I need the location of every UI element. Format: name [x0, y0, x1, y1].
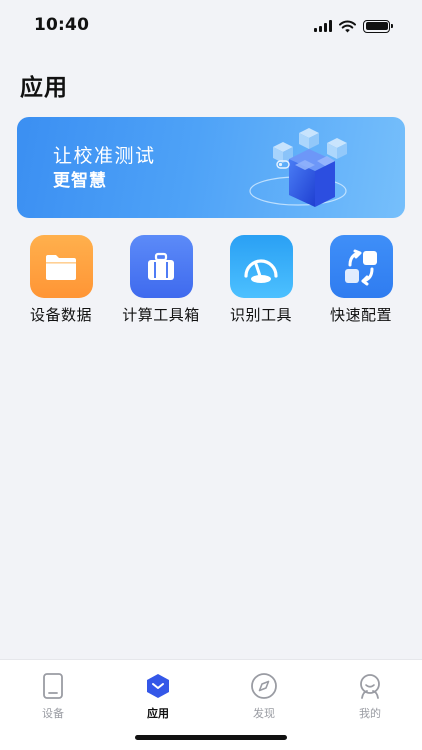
status-icons [314, 19, 393, 33]
promo-banner[interactable]: 让校准测试 更智慧 [17, 117, 405, 218]
app-recognition-tool-label: 识别工具 [229, 306, 292, 324]
cube-illustration-icon [249, 128, 347, 207]
tab-apps-label: 应用 [147, 707, 169, 720]
tab-device[interactable]: 设备 [13, 672, 93, 721]
app-calc-toolbox[interactable]: 计算工具箱 [111, 235, 211, 325]
profile-icon [360, 674, 380, 699]
device-icon [43, 673, 63, 699]
app-screen: 10:40 应用 让校准测试 更智慧 设备数据 计算工具箱 识别工具 快速配置 … [0, 0, 422, 750]
battery-icon [363, 19, 393, 33]
tab-discover[interactable]: 发现 [224, 672, 304, 721]
tab-apps[interactable]: 应用 [118, 672, 198, 721]
app-calc-toolbox-label: 计算工具箱 [122, 306, 200, 324]
tab-profile[interactable]: 我的 [330, 672, 410, 721]
app-hexagon-icon [147, 674, 169, 698]
tab-profile-label: 我的 [359, 707, 381, 720]
signal-icon [314, 20, 332, 32]
wifi-icon [339, 20, 356, 32]
app-device-data-label: 设备数据 [29, 306, 92, 324]
quick-config-icon [329, 235, 393, 298]
tab-discover-label: 发现 [253, 707, 275, 720]
tab-device-label: 设备 [42, 707, 64, 720]
gauge-icon [229, 235, 293, 298]
status-bar: 10:40 [0, 0, 422, 52]
home-indicator[interactable] [135, 735, 287, 740]
app-device-data[interactable]: 设备数据 [11, 235, 111, 325]
battery-level [365, 22, 388, 30]
banner-headline: 让校准测试 [53, 145, 156, 167]
app-recognition-tool[interactable]: 识别工具 [211, 235, 311, 325]
app-quick-config-label: 快速配置 [329, 306, 392, 324]
status-time: 10:40 [34, 15, 90, 35]
app-quick-config[interactable]: 快速配置 [311, 235, 411, 325]
banner-subheadline: 更智慧 [53, 171, 107, 191]
briefcase-icon [129, 235, 193, 298]
compass-icon [251, 673, 277, 699]
page-title: 应用 [20, 75, 68, 101]
folder-icon [29, 235, 93, 298]
